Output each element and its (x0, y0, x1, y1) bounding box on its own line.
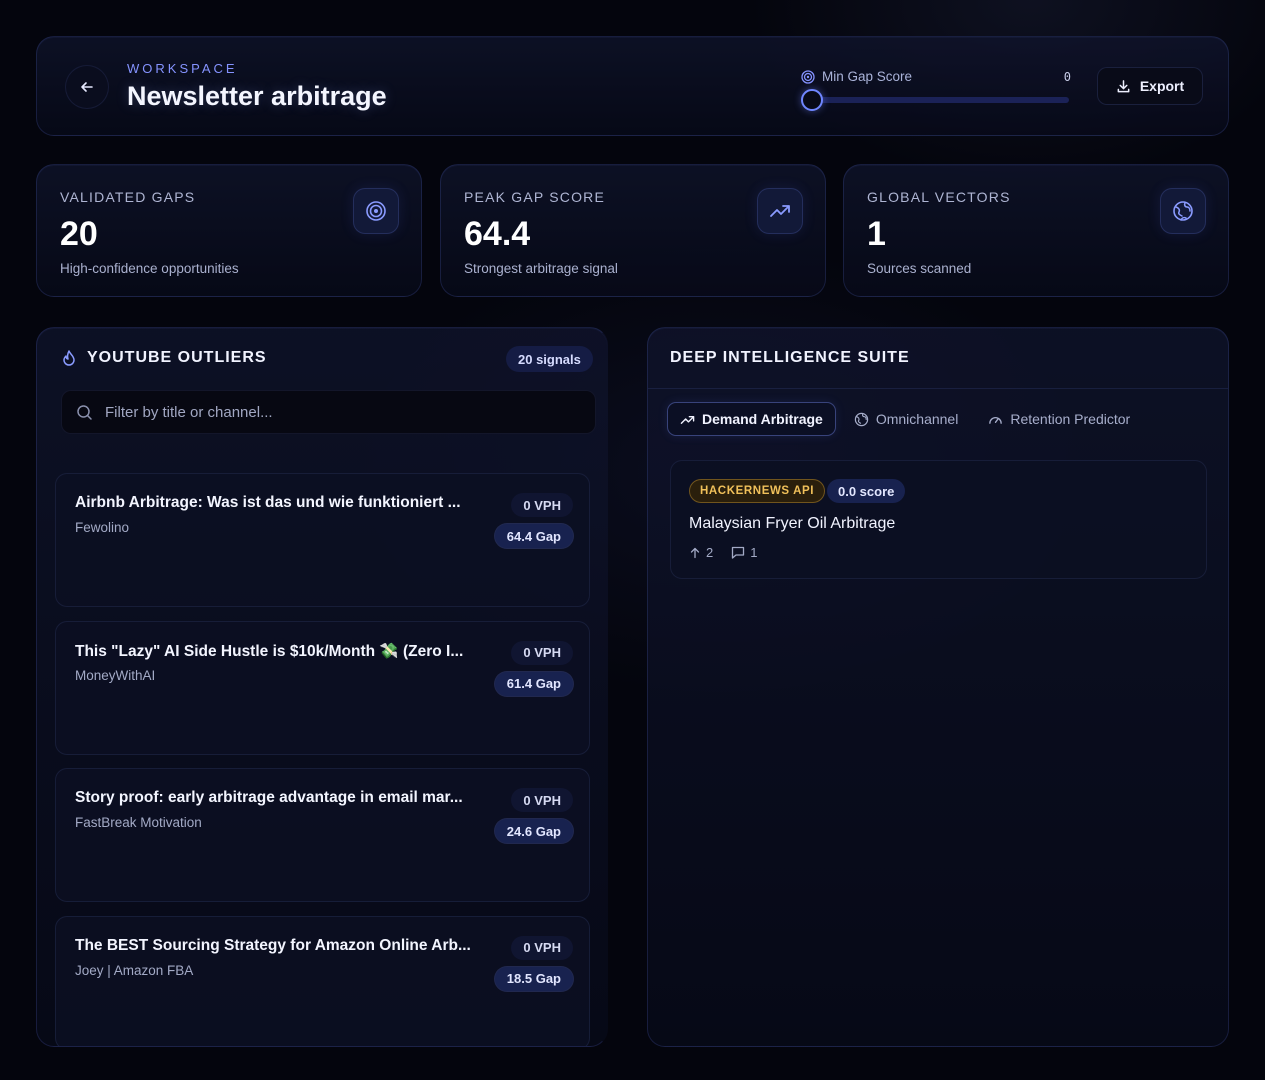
list-item[interactable]: Story proof: early arbitrage advantage i… (55, 768, 590, 902)
signals-count-badge: 20 signals (506, 346, 593, 372)
target-icon (801, 69, 815, 84)
gap-badge: 61.4 Gap (494, 671, 573, 696)
result-title: Malaysian Fryer Oil Arbitrage (689, 515, 896, 532)
search-icon (76, 404, 93, 421)
gap-badge: 64.4 Gap (494, 524, 573, 548)
outliers-list: Airbnb Arbitrage: Was ist das und wie fu… (55, 473, 590, 1046)
arrow-up-icon (690, 547, 700, 558)
list-item[interactable]: The BEST Sourcing Strategy for Amazon On… (55, 915, 590, 1046)
slider-label-text: Min Gap Score (822, 69, 913, 84)
channel-name: FastBreak Motivation (75, 815, 202, 830)
tab-omnichannel[interactable]: Omnichannel (842, 402, 971, 436)
list-item[interactable]: This "Lazy" AI Side Hustle is $10k/Month… (55, 620, 590, 755)
filter-input[interactable] (105, 403, 595, 421)
outliers-title: YOUTUBE OUTLIERS (87, 349, 267, 366)
channel-name: Joey | Amazon FBA (75, 962, 194, 978)
flame-icon (63, 350, 75, 366)
gap-badge: 18.5 Gap (494, 966, 573, 991)
vph-badge: 0 VPH (511, 788, 573, 812)
gap-badge: 24.6 Gap (494, 819, 573, 843)
stat-label: VALIDATED GAPS (60, 189, 196, 205)
tab-demand-arbitrage[interactable]: Demand Arbitrage (667, 402, 836, 436)
stat-value: 20 (60, 215, 98, 253)
vph-badge: 0 VPH (511, 935, 573, 960)
download-icon (1117, 79, 1130, 92)
comment-icon (732, 546, 745, 559)
tab-retention-predictor[interactable]: Retention Predictor (976, 402, 1142, 436)
trending-up-icon (770, 205, 790, 217)
globe-icon (854, 412, 869, 426)
stat-icon-box (757, 188, 803, 234)
source-badge: HACKERNEWS API (689, 479, 826, 503)
slider-thumb[interactable] (801, 89, 823, 111)
video-title: This "Lazy" AI Side Hustle is $10k/Month… (75, 642, 464, 660)
upvote-count: 2 (706, 545, 714, 560)
intelligence-tabs: Demand Arbitrage Omnichannel Retention P… (667, 402, 1142, 436)
stat-card-global-vectors: GLOBAL VECTORS 1 Sources scanned (843, 164, 1229, 297)
back-button[interactable] (65, 65, 109, 109)
tab-label: Retention Predictor (1010, 411, 1131, 427)
stat-value: 1 (867, 215, 886, 253)
arbitrage-result-card[interactable]: HACKERNEWS API 0.0 score Malaysian Fryer… (670, 460, 1207, 579)
min-gap-score-slider[interactable] (801, 89, 1069, 111)
vph-badge: 0 VPH (511, 493, 573, 517)
stat-label: GLOBAL VECTORS (867, 189, 1011, 205)
tab-label: Omnichannel (875, 411, 959, 427)
workspace-eyebrow: WORKSPACE (127, 61, 238, 76)
score-badge: 0.0 score (827, 479, 906, 503)
page-title: Newsletter arbitrage (127, 81, 387, 111)
stat-subtitle: High-confidence opportunities (60, 261, 239, 276)
upvotes: 2 (689, 545, 713, 560)
vph-badge: 0 VPH (511, 640, 573, 665)
comments: 1 (731, 545, 757, 560)
list-item[interactable]: Airbnb Arbitrage: Was ist das und wie fu… (55, 473, 590, 607)
youtube-outliers-panel: YOUTUBE OUTLIERS 20 signals Airbnb Arbit… (36, 327, 608, 1047)
video-title: Story proof: early arbitrage advantage i… (75, 789, 463, 806)
stat-icon-box (1160, 188, 1206, 234)
globe-icon (1173, 201, 1193, 221)
result-meta: 2 1 (689, 545, 757, 560)
comment-count: 1 (750, 545, 758, 560)
stat-subtitle: Strongest arbitrage signal (464, 261, 618, 276)
video-title: Airbnb Arbitrage: Was ist das und wie fu… (75, 494, 461, 511)
stat-icon-box (353, 188, 399, 234)
video-title: The BEST Sourcing Strategy for Amazon On… (75, 936, 471, 954)
min-gap-score-label: Min Gap Score (801, 69, 912, 84)
stat-subtitle: Sources scanned (867, 261, 972, 276)
deep-intelligence-title: DEEP INTELLIGENCE SUITE (670, 349, 910, 366)
stat-card-validated-gaps: VALIDATED GAPS 20 High-confidence opport… (36, 164, 422, 297)
tab-label: Demand Arbitrage (702, 411, 823, 427)
slider-value: 0 (1063, 70, 1071, 84)
stat-card-peak-gap-score: PEAK GAP SCORE 64.4 Strongest arbitrage … (440, 164, 826, 297)
stat-label: PEAK GAP SCORE (464, 189, 606, 205)
arrow-left-icon (81, 82, 93, 92)
trending-up-icon (680, 415, 695, 424)
channel-name: Fewolino (75, 520, 130, 535)
deep-intelligence-panel: DEEP INTELLIGENCE SUITE Demand Arbitrage… (647, 327, 1229, 1047)
workspace-header: WORKSPACE Newsletter arbitrage Min Gap S… (36, 36, 1229, 136)
target-icon (366, 201, 386, 221)
channel-name: MoneyWithAI (75, 667, 156, 683)
export-label: Export (1139, 78, 1185, 94)
divider (648, 388, 1228, 389)
filter-search-box[interactable] (61, 390, 596, 434)
gauge-icon (989, 416, 1003, 424)
export-button[interactable]: Export (1097, 67, 1203, 105)
stat-value: 64.4 (464, 215, 531, 253)
